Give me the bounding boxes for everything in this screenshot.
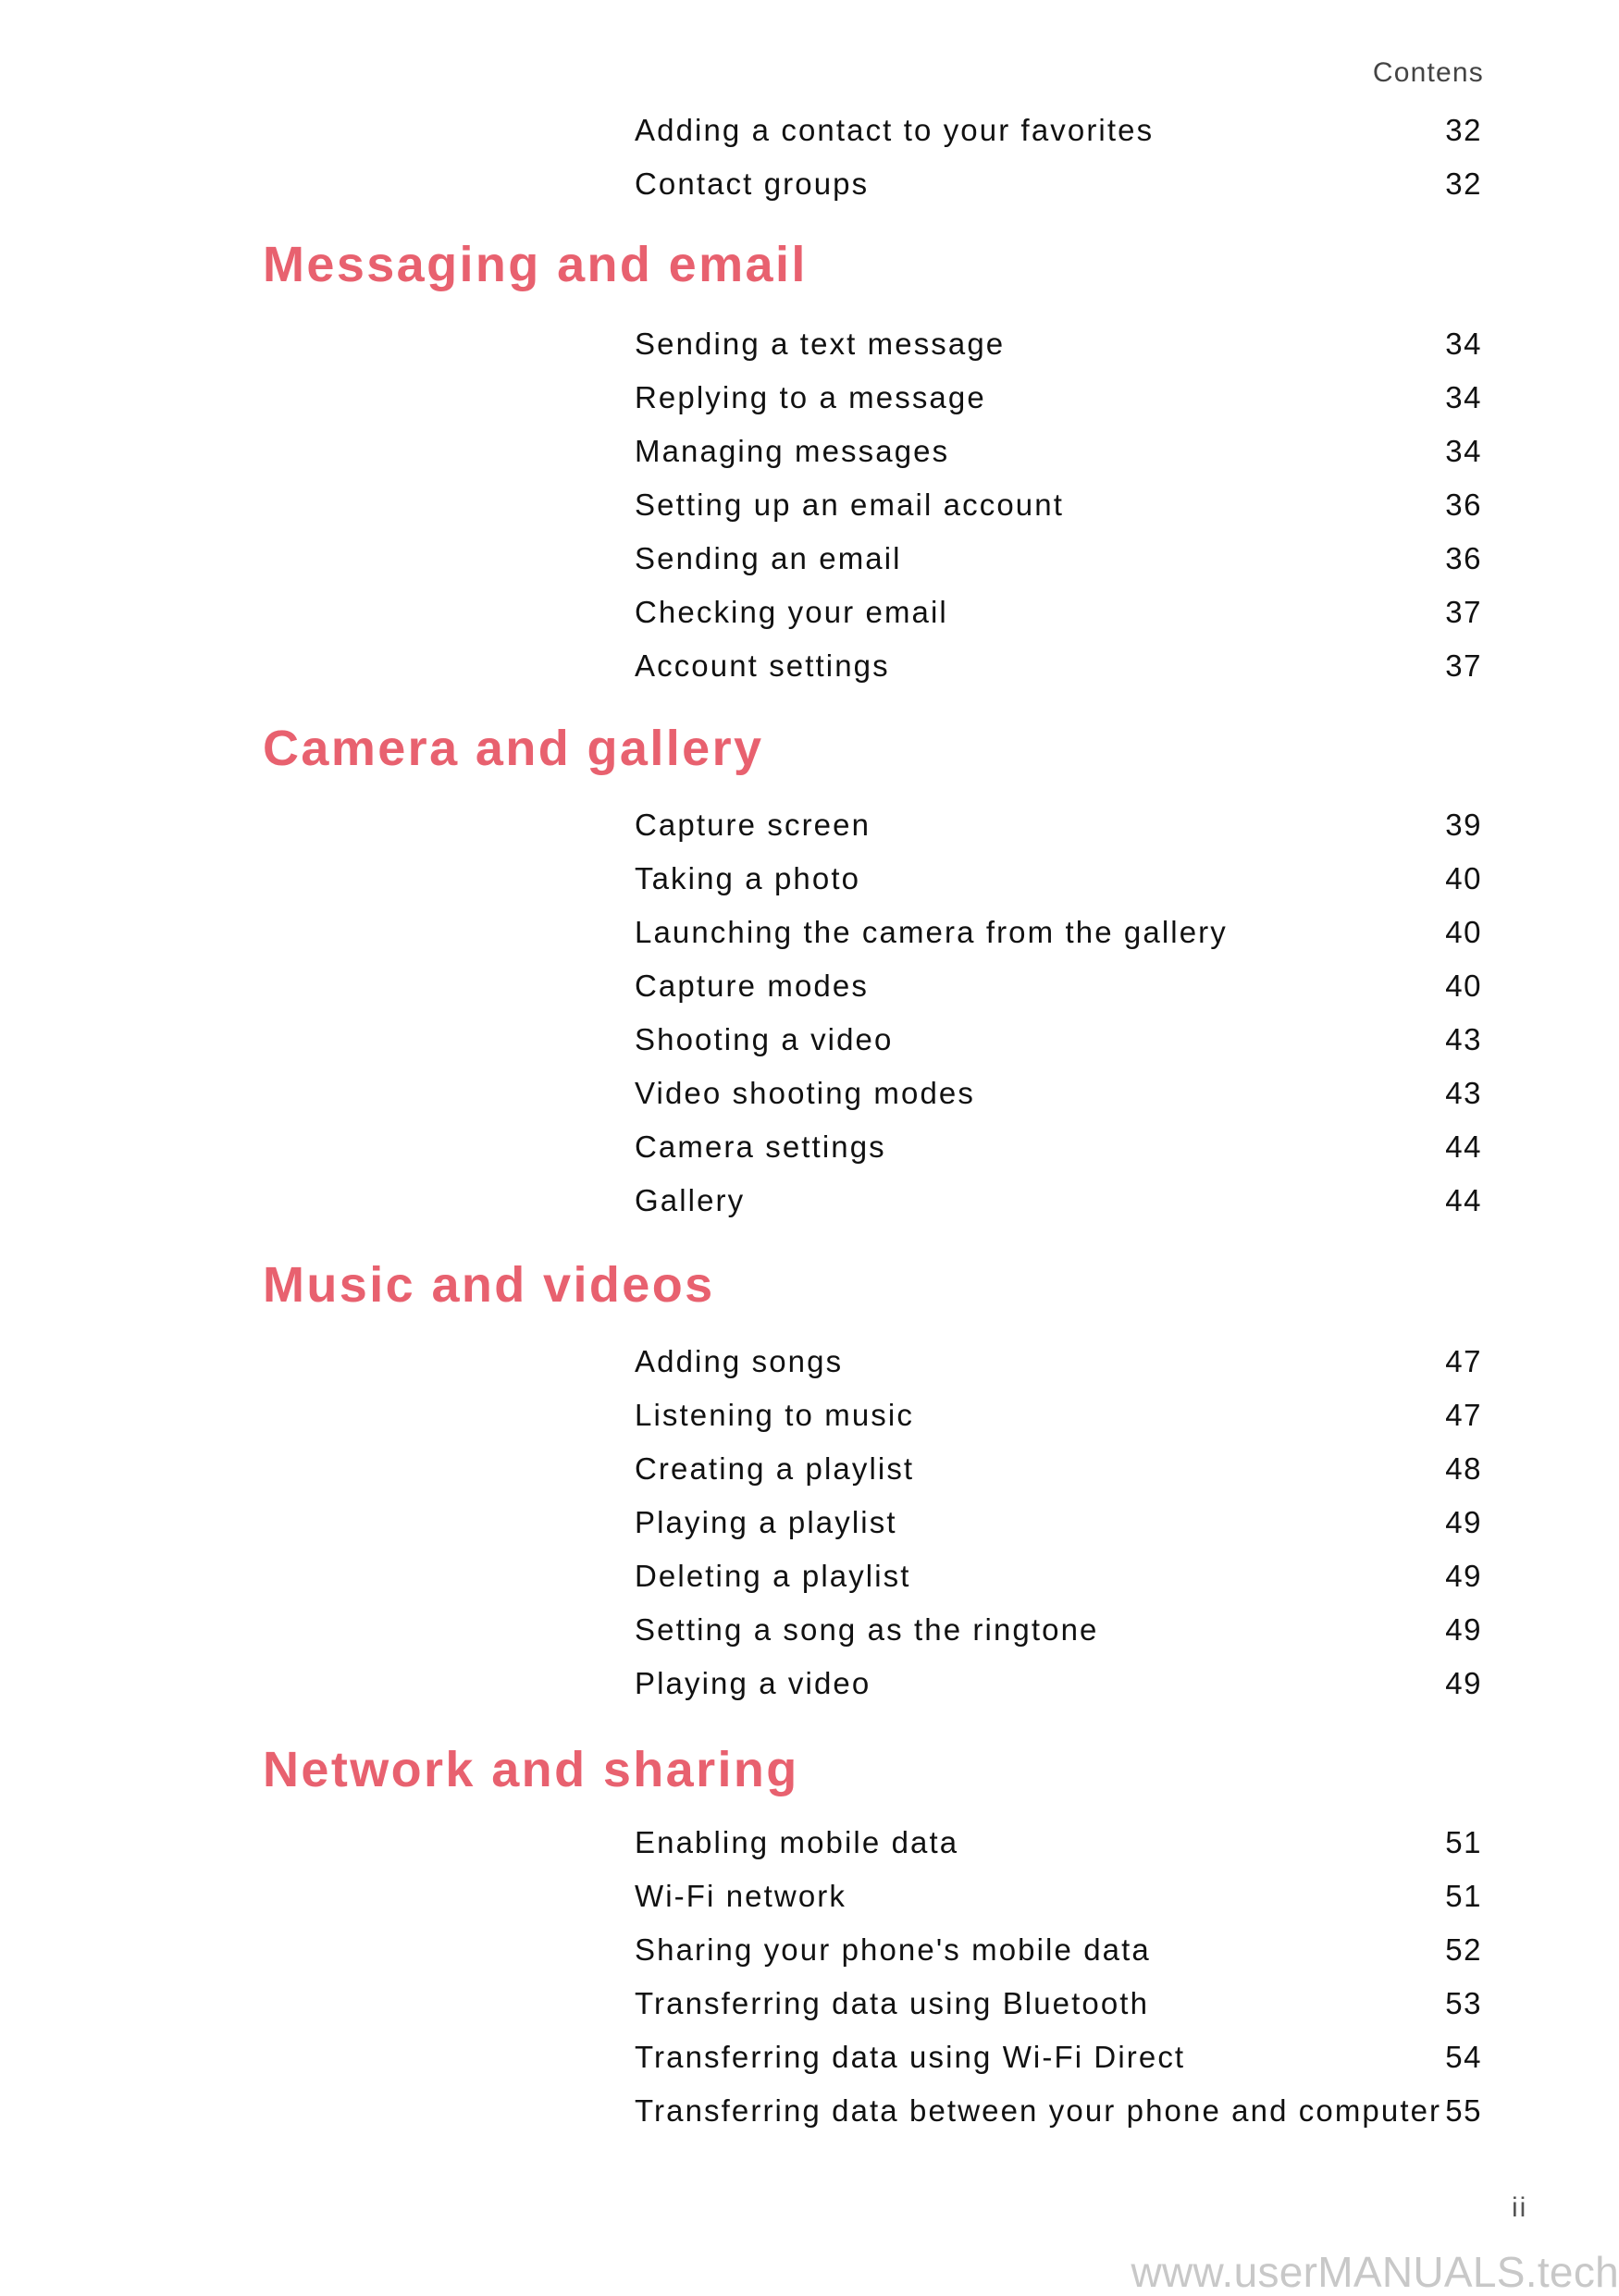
- toc-entry-title[interactable]: Account settings: [635, 650, 890, 681]
- toc-entry[interactable]: Wi-Fi network 51: [635, 1881, 1482, 1918]
- toc-entry-title[interactable]: Video shooting modes: [635, 1078, 975, 1108]
- toc-entry-page-number: 40: [1445, 863, 1482, 894]
- toc-entry[interactable]: Shooting a video 43: [635, 1024, 1482, 1061]
- toc-entry-page-number: 32: [1445, 168, 1482, 199]
- toc-entry-title[interactable]: Contact groups: [635, 168, 869, 199]
- toc-entry[interactable]: Transferring data between your phone and…: [635, 2095, 1482, 2132]
- toc-entry[interactable]: Creating a playlist 48: [635, 1453, 1482, 1490]
- toc-entry-page-number: 32: [1445, 115, 1482, 145]
- toc-entry-page-number: 40: [1445, 970, 1482, 1001]
- toc-entry-title[interactable]: Playing a video: [635, 1668, 871, 1698]
- toc-entry[interactable]: Checking your email 37: [635, 597, 1482, 634]
- toc-entry[interactable]: Video shooting modes 43: [635, 1078, 1482, 1115]
- toc-entry-page-number: 54: [1445, 2042, 1482, 2072]
- toc-entry-page-number: 40: [1445, 917, 1482, 947]
- toc-entry-page-number: 34: [1445, 382, 1482, 413]
- toc-entry[interactable]: Capture screen 39: [635, 809, 1482, 846]
- toc-entry-title[interactable]: Gallery: [635, 1185, 745, 1216]
- toc-entry[interactable]: Launching the camera from the gallery 40: [635, 917, 1482, 954]
- section-heading[interactable]: Messaging and email: [263, 240, 808, 290]
- toc-entry-page-number: 37: [1445, 597, 1482, 627]
- toc-entry-page-number: 49: [1445, 1507, 1482, 1537]
- toc-entry[interactable]: Sharing your phone's mobile data 52: [635, 1934, 1482, 1971]
- toc-entry-title[interactable]: Capture screen: [635, 809, 871, 840]
- toc-entry[interactable]: Gallery 44: [635, 1185, 1482, 1222]
- toc-entry-title[interactable]: Shooting a video: [635, 1024, 893, 1055]
- toc-entry[interactable]: Adding songs 47: [635, 1346, 1482, 1383]
- toc-entry-page-number: 36: [1445, 543, 1482, 574]
- section-heading[interactable]: Music and videos: [263, 1260, 715, 1310]
- toc-page: Contens ii www.userMANUALS.tech Adding a…: [0, 0, 1619, 2293]
- toc-entry-page-number: 36: [1445, 489, 1482, 520]
- toc-entry-page-number: 51: [1445, 1881, 1482, 1911]
- toc-entry[interactable]: Managing messages 34: [635, 436, 1482, 473]
- toc-entry[interactable]: Camera settings 44: [635, 1131, 1482, 1168]
- toc-entry-title[interactable]: Playing a playlist: [635, 1507, 897, 1537]
- toc-entry-page-number: 44: [1445, 1185, 1482, 1216]
- toc-entry-page-number: 55: [1445, 2095, 1482, 2126]
- toc-entry-page-number: 34: [1445, 436, 1482, 466]
- toc-entry-title[interactable]: Checking your email: [635, 597, 948, 627]
- toc-entry[interactable]: Playing a playlist 49: [635, 1507, 1482, 1544]
- watermark: www.userMANUALS.tech: [1131, 2251, 1619, 2293]
- toc-entry-title[interactable]: Enabling mobile data: [635, 1827, 958, 1858]
- toc-entry-page-number: 39: [1445, 809, 1482, 840]
- toc-entry-page-number: 47: [1445, 1400, 1482, 1430]
- toc-entry[interactable]: Capture modes 40: [635, 970, 1482, 1007]
- toc-entry[interactable]: Setting a song as the ringtone 49: [635, 1614, 1482, 1651]
- toc-entry-page-number: 47: [1445, 1346, 1482, 1376]
- toc-entry[interactable]: Playing a video 49: [635, 1668, 1482, 1705]
- toc-entry[interactable]: Transferring data using Wi-Fi Direct 54: [635, 2042, 1482, 2079]
- toc-entry[interactable]: Deleting a playlist 49: [635, 1561, 1482, 1598]
- running-header: Contens: [1373, 59, 1484, 87]
- toc-entry-title[interactable]: Listening to music: [635, 1400, 914, 1430]
- toc-entry-title[interactable]: Sending a text message: [635, 328, 1005, 359]
- toc-entry-title[interactable]: Sharing your phone's mobile data: [635, 1934, 1151, 1965]
- toc-entry-page-number: 48: [1445, 1453, 1482, 1484]
- toc-entry-title[interactable]: Setting up an email account: [635, 489, 1064, 520]
- toc-entry-title[interactable]: Sending an email: [635, 543, 902, 574]
- toc-entry-page-number: 49: [1445, 1561, 1482, 1591]
- toc-entry-page-number: 34: [1445, 328, 1482, 359]
- toc-entry-page-number: 44: [1445, 1131, 1482, 1162]
- section-heading[interactable]: Camera and gallery: [263, 723, 763, 773]
- toc-entry-page-number: 43: [1445, 1078, 1482, 1108]
- toc-entry-title[interactable]: Adding songs: [635, 1346, 843, 1376]
- toc-entry-page-number: 49: [1445, 1614, 1482, 1645]
- toc-entry-page-number: 53: [1445, 1988, 1482, 2018]
- toc-entry[interactable]: Enabling mobile data 51: [635, 1827, 1482, 1864]
- toc-entry[interactable]: Setting up an email account 36: [635, 489, 1482, 526]
- toc-entry-title[interactable]: Deleting a playlist: [635, 1561, 911, 1591]
- toc-entry-title[interactable]: Transferring data between your phone and…: [635, 2095, 1441, 2126]
- page-number: ii: [1512, 2194, 1527, 2222]
- toc-entry-title[interactable]: Replying to a message: [635, 382, 986, 413]
- toc-entry[interactable]: Sending an email 36: [635, 543, 1482, 580]
- toc-entry-title[interactable]: Creating a playlist: [635, 1453, 914, 1484]
- toc-entry[interactable]: Account settings 37: [635, 650, 1482, 687]
- toc-entry[interactable]: Sending a text message 34: [635, 328, 1482, 365]
- toc-entry[interactable]: Replying to a message 34: [635, 382, 1482, 419]
- toc-entry-title[interactable]: Adding a contact to your favorites: [635, 115, 1154, 145]
- toc-entry-title[interactable]: Taking a photo: [635, 863, 860, 894]
- toc-entry-title[interactable]: Wi-Fi network: [635, 1881, 847, 1911]
- toc-entry-page-number: 37: [1445, 650, 1482, 681]
- section-heading[interactable]: Network and sharing: [263, 1745, 799, 1795]
- toc-entry-title[interactable]: Managing messages: [635, 436, 949, 466]
- toc-entry-title[interactable]: Transferring data using Bluetooth: [635, 1988, 1149, 2018]
- toc-entry-page-number: 51: [1445, 1827, 1482, 1858]
- toc-entry-title[interactable]: Setting a song as the ringtone: [635, 1614, 1098, 1645]
- toc-entry-title[interactable]: Camera settings: [635, 1131, 886, 1162]
- toc-entry-page-number: 49: [1445, 1668, 1482, 1698]
- toc-entry-title[interactable]: Launching the camera from the gallery: [635, 917, 1228, 947]
- toc-entry-page-number: 52: [1445, 1934, 1482, 1965]
- toc-entry[interactable]: Listening to music 47: [635, 1400, 1482, 1437]
- toc-entry[interactable]: Adding a contact to your favorites 32: [635, 115, 1482, 152]
- toc-entry-title[interactable]: Capture modes: [635, 970, 869, 1001]
- toc-entry[interactable]: Transferring data using Bluetooth 53: [635, 1988, 1482, 2025]
- toc-entry[interactable]: Taking a photo 40: [635, 863, 1482, 900]
- toc-entry-title[interactable]: Transferring data using Wi-Fi Direct: [635, 2042, 1185, 2072]
- toc-entry-page-number: 43: [1445, 1024, 1482, 1055]
- toc-entry[interactable]: Contact groups 32: [635, 168, 1482, 205]
